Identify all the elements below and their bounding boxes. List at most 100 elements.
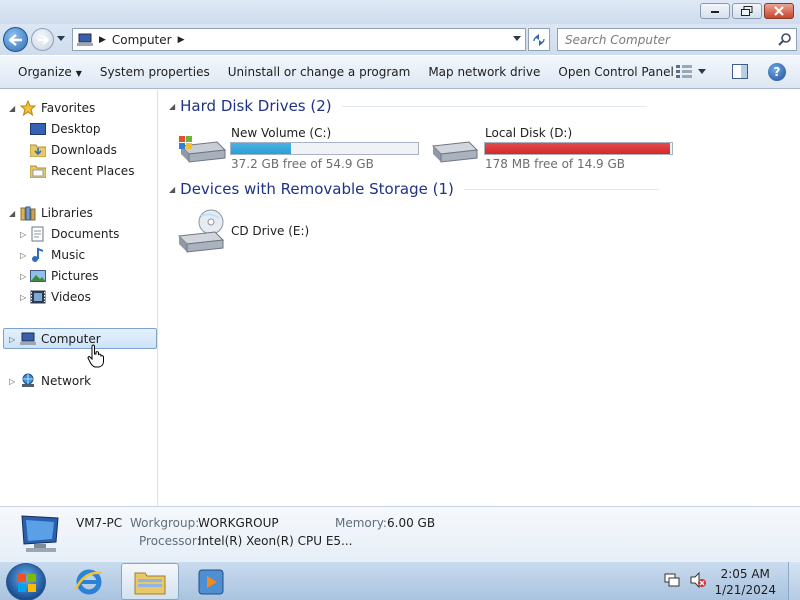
music-note-icon xyxy=(32,247,44,262)
refresh-button[interactable] xyxy=(528,28,550,51)
nav-item-downloads[interactable]: Downloads xyxy=(30,140,117,160)
pictures-icon xyxy=(30,270,46,282)
drive-name: CD Drive (E:) xyxy=(231,224,310,238)
help-button[interactable]: ? xyxy=(768,63,786,81)
group-header-label: Devices with Removable Storage (1) xyxy=(180,180,454,198)
view-options-icon xyxy=(676,65,692,78)
drive-e-cd[interactable]: CD Drive (E:) xyxy=(177,208,327,256)
window-title-bar xyxy=(0,0,800,24)
organize-button[interactable]: Organize ▼ xyxy=(11,60,89,84)
taskbar-media-player[interactable] xyxy=(182,563,240,600)
breadcrumb-separator-icon[interactable]: ▶ xyxy=(178,35,185,45)
search-box[interactable] xyxy=(557,28,797,51)
collapse-arrow-icon[interactable]: ◢ xyxy=(9,104,15,113)
nav-item-label: Pictures xyxy=(51,269,99,283)
drive-free-space: 37.2 GB free of 54.9 GB xyxy=(231,157,374,171)
map-network-drive-button[interactable]: Map network drive xyxy=(421,60,547,84)
address-dropdown-icon[interactable] xyxy=(513,36,521,41)
taskbar-clock[interactable]: 2:05 AM 1/21/2024 xyxy=(714,566,776,598)
processor-value: Intel(R) Xeon(R) CPU E5... xyxy=(198,534,353,548)
address-row: ▶ Computer ▶ xyxy=(0,24,800,55)
search-input[interactable] xyxy=(558,29,768,50)
nav-item-videos[interactable]: Videos xyxy=(30,287,91,307)
media-player-icon xyxy=(198,569,224,594)
volume-muted-icon[interactable] xyxy=(690,572,706,588)
show-desktop-button[interactable] xyxy=(788,562,800,600)
breadcrumb-computer[interactable]: Computer xyxy=(112,33,172,47)
folder-icon xyxy=(134,572,166,594)
network-status-icon[interactable] xyxy=(664,572,680,588)
nav-item-documents[interactable]: Documents xyxy=(30,224,119,244)
nav-item-desktop[interactable]: Desktop xyxy=(30,119,101,139)
restore-button[interactable] xyxy=(732,3,762,19)
search-icon[interactable] xyxy=(778,33,791,46)
expand-arrow-icon[interactable]: ▷ xyxy=(20,230,26,239)
nav-libraries[interactable]: Libraries xyxy=(20,203,93,223)
nav-favorites[interactable]: Favorites xyxy=(20,98,95,118)
documents-icon xyxy=(31,226,44,242)
close-button[interactable] xyxy=(764,3,794,19)
taskbar-windows-explorer[interactable] xyxy=(121,563,179,600)
change-view-button[interactable] xyxy=(676,64,706,78)
nav-item-label: Downloads xyxy=(51,143,117,157)
collapse-arrow-icon[interactable]: ◢ xyxy=(169,102,175,111)
address-bar[interactable]: ▶ Computer ▶ xyxy=(72,28,526,51)
expand-arrow-icon[interactable]: ▷ xyxy=(9,377,15,386)
nav-network[interactable]: Network xyxy=(20,371,91,391)
nav-libraries-label: Libraries xyxy=(41,206,93,220)
expand-arrow-icon[interactable]: ▷ xyxy=(20,251,26,260)
back-arrow-icon xyxy=(8,33,22,46)
network-globe-icon xyxy=(22,373,34,387)
navigation-pane: ◢ Favorites Desktop Downloads Recent Pla… xyxy=(0,90,158,506)
collapse-arrow-icon[interactable]: ◢ xyxy=(169,185,175,194)
expand-arrow-icon[interactable]: ▷ xyxy=(20,272,26,281)
group-header-hard-disks[interactable]: ◢ Hard Disk Drives (2) xyxy=(169,97,647,115)
drive-name: Local Disk (D:) xyxy=(485,126,573,140)
drive-c[interactable]: New Volume (C:) 37.2 GB free of 54.9 GB xyxy=(177,126,419,171)
breadcrumb-separator-icon[interactable]: ▶ xyxy=(99,35,106,45)
uninstall-program-button[interactable]: Uninstall or change a program xyxy=(221,60,418,84)
nav-item-music[interactable]: Music xyxy=(30,245,85,265)
nav-item-pictures[interactable]: Pictures xyxy=(30,266,99,286)
restore-icon xyxy=(741,6,753,16)
drive-usage-bar xyxy=(230,142,419,155)
open-control-panel-button[interactable]: Open Control Panel xyxy=(551,60,680,84)
computer-icon xyxy=(20,332,36,345)
clock-time: 2:05 AM xyxy=(720,567,770,581)
preview-pane-icon[interactable] xyxy=(732,64,748,79)
forward-button[interactable] xyxy=(31,28,54,51)
cd-drive-icon xyxy=(177,209,225,253)
system-properties-button[interactable]: System properties xyxy=(93,60,217,84)
taskbar-internet-explorer[interactable] xyxy=(60,563,118,600)
hand-cursor-icon xyxy=(87,344,104,368)
minimize-icon xyxy=(711,11,719,13)
nav-item-label: Videos xyxy=(51,290,91,304)
expand-arrow-icon[interactable]: ▷ xyxy=(20,293,26,302)
close-icon xyxy=(774,6,784,16)
minimize-button[interactable] xyxy=(700,3,730,19)
memory-label: Memory: xyxy=(335,516,387,530)
star-icon xyxy=(20,100,36,116)
recent-pages-dropdown-icon[interactable] xyxy=(57,36,65,41)
videos-film-icon xyxy=(30,290,46,304)
drive-name: New Volume (C:) xyxy=(231,126,332,140)
nav-item-recent-places[interactable]: Recent Places xyxy=(30,161,134,181)
windows-drive-icon xyxy=(179,136,227,163)
workgroup-label: Workgroup: xyxy=(130,516,200,530)
drive-usage-fill xyxy=(485,143,671,154)
expand-arrow-icon[interactable]: ▷ xyxy=(9,335,15,344)
start-button[interactable] xyxy=(6,563,46,600)
drive-usage-fill xyxy=(231,143,291,154)
drive-d[interactable]: Local Disk (D:) 178 MB free of 14.9 GB xyxy=(431,126,681,171)
computer-monitor-icon xyxy=(21,515,59,552)
collapse-arrow-icon[interactable]: ◢ xyxy=(9,209,15,218)
chevron-down-icon: ▼ xyxy=(75,69,82,78)
group-header-label: Hard Disk Drives (2) xyxy=(180,97,332,115)
window-controls xyxy=(700,3,794,19)
content-area: ◢ Hard Disk Drives (2) New Volume (C:) 3… xyxy=(159,90,800,506)
internet-explorer-icon xyxy=(74,569,103,594)
group-divider xyxy=(341,105,647,107)
nav-item-label: Music xyxy=(51,248,86,262)
back-button[interactable] xyxy=(3,27,28,52)
group-header-removable[interactable]: ◢ Devices with Removable Storage (1) xyxy=(169,180,659,198)
